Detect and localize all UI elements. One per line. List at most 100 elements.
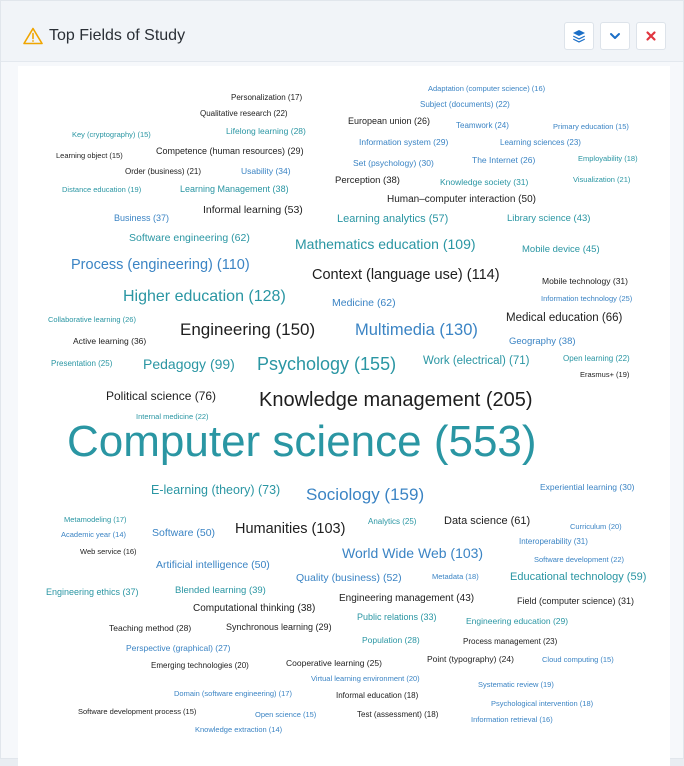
cloud-word[interactable]: Mobile device (45)	[522, 245, 600, 255]
cloud-word[interactable]: Higher education (128)	[123, 289, 286, 305]
cloud-word[interactable]: Business (37)	[114, 214, 169, 223]
cloud-word[interactable]: Software (50)	[152, 528, 215, 539]
cloud-word[interactable]: Computer science (553)	[67, 420, 537, 464]
cloud-word[interactable]: Informal education (18)	[336, 692, 418, 700]
cloud-word[interactable]: Point (typography) (24)	[427, 655, 514, 664]
cloud-word[interactable]: Information technology (25)	[541, 295, 632, 303]
cloud-word[interactable]: Geography (38)	[509, 337, 576, 347]
cloud-word[interactable]: Emerging technologies (20)	[151, 662, 249, 670]
cloud-word[interactable]: Knowledge extraction (14)	[195, 726, 282, 734]
close-button[interactable]	[636, 22, 666, 50]
cloud-word[interactable]: E-learning (theory) (73)	[151, 484, 280, 497]
cloud-word[interactable]: Software engineering (62)	[129, 233, 250, 244]
cloud-word[interactable]: Psychological intervention (18)	[491, 700, 593, 708]
cloud-word[interactable]: Order (business) (21)	[125, 168, 201, 176]
cloud-word[interactable]: Presentation (25)	[51, 360, 112, 368]
cloud-word[interactable]: Virtual learning environment (20)	[311, 675, 420, 683]
cloud-word[interactable]: Computational thinking (38)	[193, 604, 315, 614]
cloud-word[interactable]: Software development (22)	[534, 556, 624, 564]
cloud-word[interactable]: Medicine (62)	[332, 298, 396, 309]
cloud-word[interactable]: Academic year (14)	[61, 531, 126, 539]
cloud-word[interactable]: Analytics (25)	[368, 518, 416, 526]
cloud-word[interactable]: Cooperative learning (25)	[286, 659, 382, 668]
cloud-word[interactable]: Perception (38)	[335, 176, 400, 186]
cloud-word[interactable]: Multimedia (130)	[355, 322, 478, 339]
cloud-word[interactable]: Engineering (150)	[180, 321, 315, 338]
cloud-word[interactable]: Sociology (159)	[306, 486, 424, 503]
cloud-word[interactable]: Open learning (22)	[563, 355, 630, 363]
cloud-word[interactable]: Informal learning (53)	[203, 205, 303, 216]
cloud-word[interactable]: Lifelong learning (28)	[226, 127, 306, 136]
cloud-word[interactable]: Public relations (33)	[357, 613, 437, 622]
cloud-word[interactable]: Qualitative research (22)	[200, 110, 288, 118]
cloud-word[interactable]: Context (language use) (114)	[312, 268, 500, 283]
cloud-word[interactable]: Domain (software engineering) (17)	[174, 690, 292, 698]
cloud-word[interactable]: Metadata (18)	[432, 573, 479, 581]
cloud-word[interactable]: Political science (76)	[106, 390, 216, 402]
cloud-word[interactable]: Active learning (36)	[73, 337, 146, 346]
cloud-word[interactable]: Information system (29)	[359, 138, 448, 147]
cloud-word[interactable]: The Internet (26)	[472, 156, 535, 165]
cloud-word[interactable]: Metamodeling (17)	[64, 516, 127, 524]
cloud-word[interactable]: Pedagogy (99)	[143, 357, 235, 371]
cloud-word[interactable]: Key (cryptography) (15)	[72, 131, 151, 139]
cloud-word[interactable]: Systematic review (19)	[478, 681, 554, 689]
layers-button[interactable]	[564, 22, 594, 50]
cloud-word[interactable]: Experiential learning (30)	[540, 483, 635, 492]
cloud-word[interactable]: Information retrieval (16)	[471, 716, 553, 724]
cloud-word[interactable]: Humanities (103)	[235, 522, 345, 537]
cloud-word[interactable]: Erasmus+ (19)	[580, 371, 629, 379]
cloud-word[interactable]: Personalization (17)	[231, 94, 302, 102]
cloud-word[interactable]: Set (psychology) (30)	[353, 159, 434, 168]
cloud-word[interactable]: Educational technology (59)	[510, 572, 646, 583]
cloud-word[interactable]: Distance education (19)	[62, 186, 141, 194]
cloud-word[interactable]: Work (electrical) (71)	[423, 355, 530, 368]
cloud-word[interactable]: Curriculum (20)	[570, 523, 622, 531]
cloud-word[interactable]: Usability (34)	[241, 167, 291, 176]
cloud-word[interactable]: Artificial intelligence (50)	[156, 560, 270, 571]
cloud-word[interactable]: Engineering education (29)	[466, 617, 568, 626]
cloud-word[interactable]: Blended learning (39)	[175, 586, 266, 596]
cloud-word[interactable]: World Wide Web (103)	[342, 546, 483, 560]
cloud-word[interactable]: Teamwork (24)	[456, 122, 509, 130]
cloud-word[interactable]: Human–computer interaction (50)	[387, 195, 536, 205]
cloud-word[interactable]: Teaching method (28)	[109, 624, 191, 633]
cloud-word[interactable]: Library science (43)	[507, 214, 590, 224]
cloud-word[interactable]: Synchronous learning (29)	[226, 623, 332, 632]
cloud-word[interactable]: Mathematics education (109)	[295, 237, 476, 251]
cloud-word[interactable]: Knowledge management (205)	[259, 390, 533, 410]
cloud-word[interactable]: Interoperability (31)	[519, 538, 588, 546]
cloud-word[interactable]: Learning sciences (23)	[500, 139, 581, 147]
cloud-word[interactable]: Subject (documents) (22)	[420, 101, 510, 109]
cloud-word[interactable]: Learning object (15)	[56, 152, 123, 160]
cloud-word[interactable]: Employability (18)	[578, 155, 638, 163]
cloud-word[interactable]: Primary education (15)	[553, 123, 629, 131]
cloud-word[interactable]: Mobile technology (31)	[542, 277, 628, 286]
cloud-word[interactable]: Medical education (66)	[506, 312, 622, 325]
cloud-word[interactable]: Test (assessment) (18)	[357, 711, 438, 719]
cloud-word[interactable]: Learning analytics (57)	[337, 214, 448, 225]
cloud-word[interactable]: Software development process (15)	[78, 708, 196, 716]
cloud-word[interactable]: Learning Management (38)	[180, 185, 289, 194]
cloud-word[interactable]: Process management (23)	[463, 638, 557, 646]
cloud-word[interactable]: Field (computer science) (31)	[517, 597, 634, 606]
cloud-word[interactable]: Population (28)	[362, 636, 420, 645]
cloud-word[interactable]: Open science (15)	[255, 711, 316, 719]
cloud-word[interactable]: Competence (human resources) (29)	[156, 147, 304, 156]
cloud-word[interactable]: Quality (business) (52)	[296, 573, 402, 584]
cloud-word[interactable]: Knowledge society (31)	[440, 178, 528, 187]
cloud-word[interactable]: Perspective (graphical) (27)	[126, 644, 230, 653]
layers-icon	[573, 30, 585, 43]
cloud-word[interactable]: Adaptation (computer science) (16)	[428, 85, 545, 93]
cloud-word[interactable]: Collaborative learning (26)	[48, 316, 136, 324]
cloud-word[interactable]: Psychology (155)	[257, 355, 396, 373]
cloud-word[interactable]: Web service (16)	[80, 548, 137, 556]
cloud-word[interactable]: Data science (61)	[444, 516, 530, 527]
cloud-word[interactable]: Visualization (21)	[573, 176, 630, 184]
cloud-word[interactable]: Process (engineering) (110)	[71, 258, 250, 273]
cloud-word[interactable]: Engineering ethics (37)	[46, 588, 139, 597]
cloud-word[interactable]: Engineering management (43)	[339, 594, 474, 604]
cloud-word[interactable]: European union (26)	[348, 117, 430, 126]
cloud-word[interactable]: Cloud computing (15)	[542, 656, 614, 664]
collapse-button[interactable]	[600, 22, 630, 50]
